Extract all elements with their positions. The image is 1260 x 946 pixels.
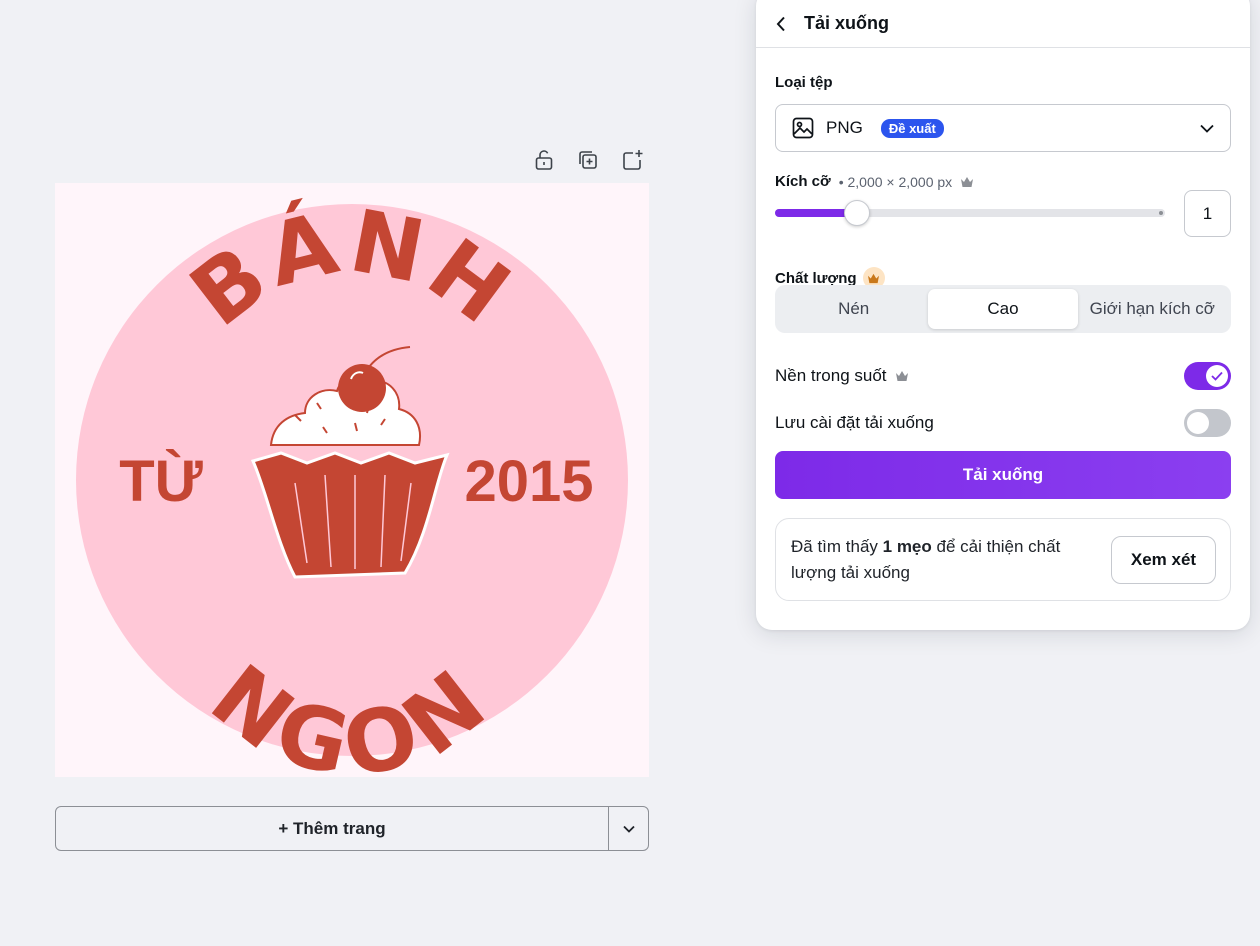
review-button[interactable]: Xem xét [1111, 535, 1216, 584]
duplicate-icon[interactable] [576, 148, 600, 172]
quality-option-size-limit[interactable]: Giới hạn kích cỡ [1078, 289, 1227, 329]
size-detail: • 2,000 × 2,000 px [838, 173, 953, 190]
panel-title: Tải xuống [804, 13, 889, 33]
chevron-left-icon [776, 16, 785, 31]
file-type-label: Loại tệp [775, 74, 833, 91]
tip-text: Đã tìm thấy 1 mẹo để cải thiện chất lượn… [791, 536, 1061, 582]
add-page-dropdown[interactable] [608, 807, 648, 850]
crown-icon [961, 176, 974, 187]
quality-option-compressed[interactable]: Nén [779, 289, 928, 329]
recommended-badge: Đề xuất [880, 118, 944, 138]
transparent-bg-row: Nền trong suốt [775, 362, 1231, 390]
crown-icon [895, 371, 908, 381]
toggle-knob [1206, 365, 1228, 387]
transparent-bg-label: Nền trong suốt [775, 366, 887, 385]
transparent-bg-toggle[interactable] [1184, 362, 1231, 390]
file-type-value: PNG [826, 118, 863, 137]
unlock-icon[interactable] [532, 148, 556, 172]
download-button[interactable]: Tải xuống [775, 451, 1231, 499]
design-canvas[interactable]: BÁNH NGON TỪ 2015 [55, 183, 649, 777]
add-page-icon[interactable] [620, 148, 644, 172]
slider-end-dot [1159, 211, 1163, 215]
quality-option-high[interactable]: Cao [928, 289, 1078, 329]
page-toolbar [532, 148, 644, 172]
panel-header: Tải xuống [756, 0, 1250, 48]
quality-label: Chất lượng [775, 269, 857, 287]
tip-card: Đã tìm thấy 1 mẹo để cải thiện chất lượn… [775, 518, 1231, 601]
back-button[interactable] [776, 16, 792, 32]
chevron-down-icon [622, 825, 635, 833]
logo-text-left: TỪ [119, 449, 203, 514]
logo-design: BÁNH NGON TỪ 2015 [76, 191, 628, 777]
file-type-select[interactable]: PNG Đề xuất [775, 104, 1231, 152]
add-page-bar: + Thêm trang [55, 806, 649, 851]
quality-segmented-control: Nén Cao Giới hạn kích cỡ [775, 285, 1231, 333]
slider-thumb[interactable] [843, 200, 870, 226]
size-label: Kích cỡ [775, 173, 831, 190]
toggle-knob [1187, 412, 1209, 434]
size-row: Kích cỡ • 2,000 × 2,000 px [775, 173, 974, 190]
save-settings-label: Lưu cài đặt tải xuống [775, 413, 934, 432]
chevron-down-icon [1200, 124, 1214, 133]
save-settings-row: Lưu cài đặt tải xuống [775, 409, 1231, 437]
image-icon [792, 117, 814, 139]
download-panel: Tải xuống Loại tệp PNG Đề xuất Kích cỡ •… [756, 0, 1250, 630]
save-settings-toggle[interactable] [1184, 409, 1231, 437]
add-page-button[interactable]: + Thêm trang [56, 807, 608, 850]
size-slider[interactable] [775, 200, 1165, 226]
check-icon [1211, 371, 1223, 381]
scale-input[interactable]: 1 [1184, 190, 1231, 237]
logo-text-right: 2015 [464, 449, 593, 514]
